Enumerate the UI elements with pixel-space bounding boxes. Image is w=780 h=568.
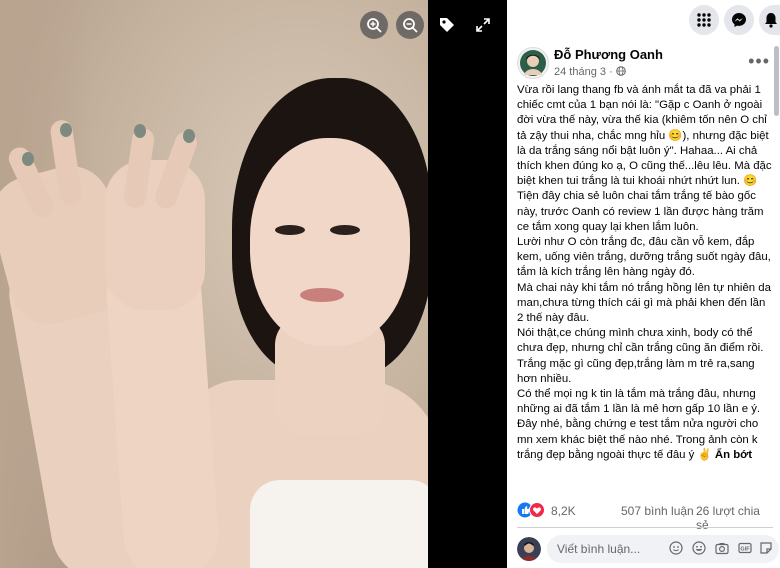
top-bar [507,0,780,40]
reaction-icons[interactable] [517,502,547,521]
svg-text:GIF: GIF [740,547,750,553]
viewer-avatar[interactable] [517,537,541,561]
zoom-out-button[interactable] [396,11,424,39]
menu-grid-icon [697,13,711,27]
comment-input[interactable]: Viết bình luận... GIF [547,535,779,563]
zoom-in-button[interactable] [360,11,388,39]
post-text: Vừa rồi lang thang fb và ánh mắt ta đã v… [517,83,773,463]
photo-lips [300,288,344,302]
post-paragraph-last: Có thể mọi ng k tin là tắm mà trắng đâu,… [517,387,773,463]
like-love-icon [517,502,545,518]
camera-icon[interactable] [715,541,729,555]
emoji-icon[interactable] [692,541,706,555]
globe-icon [615,66,626,76]
photo-nail [183,129,195,143]
gif-icon[interactable]: GIF [738,541,752,555]
scrollbar[interactable] [774,46,779,116]
photo-hand [105,160,205,310]
photo-eye [330,225,360,235]
photo-dress [250,480,428,568]
see-less-link[interactable]: Ẩn bớt [715,449,752,461]
menu-button[interactable] [689,5,719,35]
post-paragraph: Nói thật,ce chúng mình chưa xinh, body c… [517,327,764,385]
post-date[interactable]: 24 tháng 3 [554,66,606,78]
post-meta: 24 tháng 3 · [554,66,626,78]
photo-nail [134,124,146,138]
more-options-button[interactable]: ••• [748,51,770,72]
sticker-icon[interactable] [759,541,773,555]
zoom-in-icon [367,18,382,33]
post-photo[interactable] [0,0,428,568]
photo-nail [60,123,72,137]
post-paragraph: Lười như O còn trắng đc, đâu cần vỗ kem,… [517,236,771,279]
notifications-button[interactable] [759,5,780,35]
reaction-count[interactable]: 8,2K [551,504,576,518]
tag-button[interactable] [432,10,462,40]
divider [517,527,773,528]
photo-face [250,138,410,346]
comment-row: Viết bình luận... GIF [517,533,779,565]
fullscreen-icon [476,18,490,32]
fullscreen-button[interactable] [468,10,498,40]
post-paragraph: Mà chai này khi tắm nó trắng hồng lên tự… [517,281,771,325]
post-paragraph: Tiện đây chia sẻ luôn chai tắm trắng tế … [517,190,764,233]
photo-nail [22,152,34,166]
sticker-face-icon[interactable] [669,541,683,555]
photo-eye [275,225,305,235]
reaction-stats: 8,2K 507 bình luận 26 lượt chia sẻ [517,502,773,532]
zoom-out-icon [403,18,418,33]
post-panel: Đỗ Phương Oanh 24 tháng 3 · ••• Vừa rồi … [507,0,780,568]
author-name[interactable]: Đỗ Phương Oanh [554,47,663,62]
messenger-button[interactable] [724,5,754,35]
viewer-avatar-image [517,537,541,561]
bell-icon [765,13,777,28]
author-avatar[interactable] [517,47,549,79]
avatar-image [520,50,546,76]
messenger-icon [732,13,746,27]
post-paragraph: Vừa rồi lang thang fb và ánh mắt ta đã v… [517,84,772,188]
date-separator: · [609,66,613,78]
tag-icon [440,18,454,32]
comment-placeholder: Viết bình luận... [557,542,641,556]
comment-count[interactable]: 507 bình luận [621,504,694,518]
